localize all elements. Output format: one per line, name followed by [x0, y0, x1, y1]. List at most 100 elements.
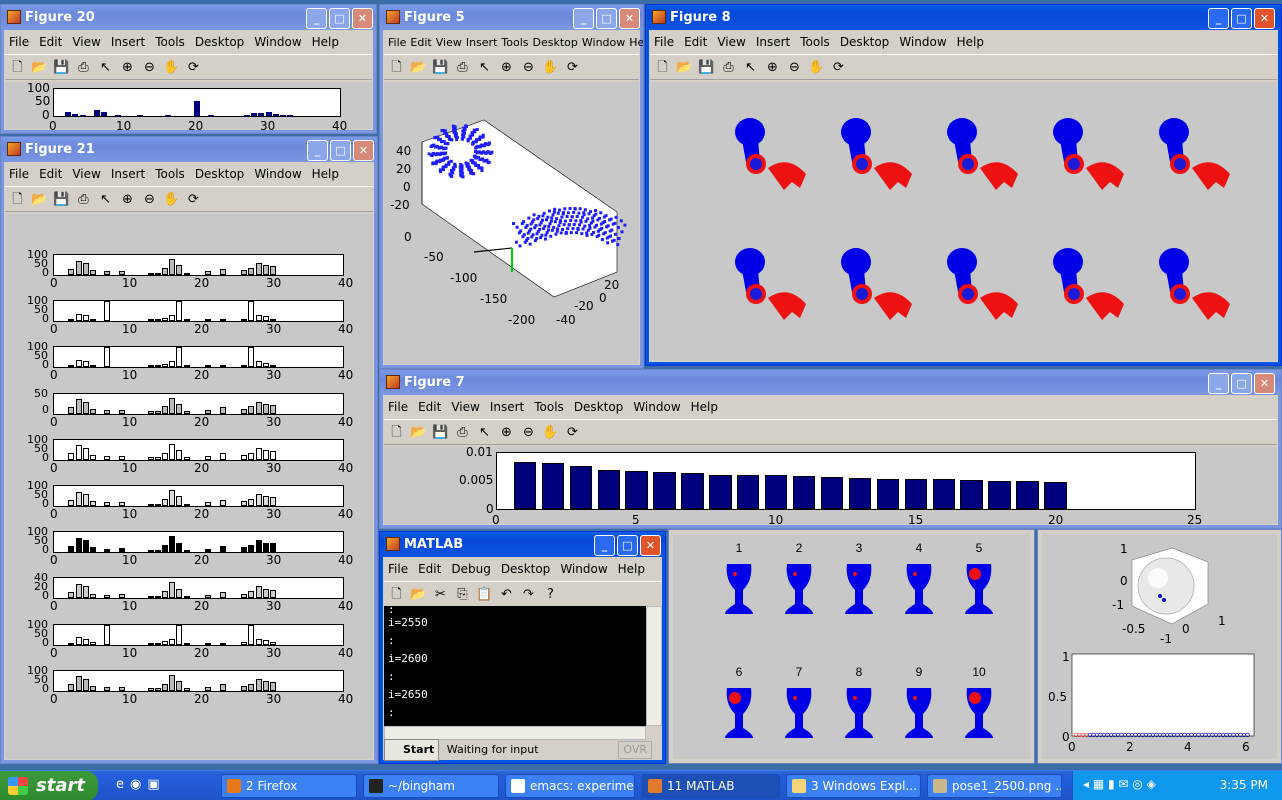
- save-icon[interactable]: 💾: [53, 191, 70, 208]
- taskbar-item-explorer[interactable]: 3 Windows Expl...: [786, 774, 921, 798]
- minimize-button[interactable]: _: [1208, 8, 1229, 29]
- print-icon[interactable]: ⎙: [75, 191, 92, 208]
- open-icon[interactable]: 📂: [676, 59, 693, 76]
- title-bar[interactable]: Figure 7 _ □ ✕: [380, 370, 1281, 395]
- maximize-button[interactable]: □: [329, 8, 350, 29]
- save-icon[interactable]: 💾: [432, 424, 449, 441]
- start-button[interactable]: Start: [384, 739, 440, 761]
- maximize-button[interactable]: □: [1231, 8, 1252, 29]
- menu-tools[interactable]: Tools: [155, 33, 185, 52]
- close-button[interactable]: ✕: [640, 535, 661, 556]
- menu-tools[interactable]: Tools: [534, 398, 564, 417]
- menu-edit[interactable]: Edit: [39, 33, 62, 52]
- help-icon[interactable]: ?: [542, 586, 559, 603]
- menu-tools[interactable]: Tools: [501, 33, 528, 52]
- minimize-button[interactable]: _: [573, 8, 594, 29]
- taskbar-item-matlab[interactable]: 11 MATLAB: [642, 774, 780, 798]
- menu-file[interactable]: File: [388, 560, 408, 579]
- save-icon[interactable]: 💾: [53, 59, 70, 76]
- taskbar-item-image[interactable]: pose1_2500.png ...: [927, 774, 1062, 798]
- menu-window[interactable]: Window: [633, 398, 680, 417]
- menu-file[interactable]: File: [9, 33, 29, 52]
- rotate-icon[interactable]: ⟳: [830, 59, 847, 76]
- menu-desktop[interactable]: Desktop: [574, 398, 624, 417]
- taskbar-item-terminal[interactable]: ~/bingham: [363, 774, 499, 798]
- menu-insert[interactable]: Insert: [756, 33, 790, 52]
- zoom-out-icon[interactable]: ⊖: [520, 424, 537, 441]
- menu-insert[interactable]: Insert: [466, 33, 498, 52]
- menu-tools[interactable]: Tools: [800, 33, 830, 52]
- pointer-icon[interactable]: ↖: [476, 424, 493, 441]
- new-icon[interactable]: 🗋: [654, 59, 671, 76]
- menu-help[interactable]: Help: [629, 33, 643, 52]
- menu-edit[interactable]: Edit: [418, 398, 441, 417]
- pointer-icon[interactable]: ↖: [476, 59, 493, 76]
- menu-help[interactable]: Help: [691, 398, 718, 417]
- pointer-icon[interactable]: ↖: [97, 59, 114, 76]
- menu-help[interactable]: Help: [312, 165, 339, 184]
- close-button[interactable]: ✕: [1254, 8, 1275, 29]
- close-button[interactable]: ✕: [353, 140, 374, 161]
- copy-icon[interactable]: ⎘: [454, 586, 471, 603]
- new-icon[interactable]: 🗋: [388, 424, 405, 441]
- menu-debug[interactable]: Debug: [451, 560, 490, 579]
- save-icon[interactable]: 💾: [432, 59, 449, 76]
- print-icon[interactable]: ⎙: [454, 59, 471, 76]
- rotate-icon[interactable]: ⟳: [185, 191, 202, 208]
- pan-icon[interactable]: ✋: [163, 191, 180, 208]
- pan-icon[interactable]: ✋: [808, 59, 825, 76]
- title-bar[interactable]: Figure 20 _ □ ✕: [1, 5, 376, 30]
- menu-window[interactable]: Window: [582, 33, 625, 52]
- menu-view[interactable]: View: [72, 33, 100, 52]
- menu-file[interactable]: File: [388, 33, 406, 52]
- maximize-button[interactable]: □: [330, 140, 351, 161]
- menu-file[interactable]: File: [388, 398, 408, 417]
- menu-view[interactable]: View: [436, 33, 462, 52]
- menu-view[interactable]: View: [451, 398, 479, 417]
- menu-window[interactable]: Window: [899, 33, 946, 52]
- zoom-in-icon[interactable]: ⊕: [498, 424, 515, 441]
- print-icon[interactable]: ⎙: [75, 59, 92, 76]
- open-icon[interactable]: 📂: [410, 586, 427, 603]
- undo-icon[interactable]: ↶: [498, 586, 515, 603]
- menu-window[interactable]: Window: [254, 165, 301, 184]
- print-icon[interactable]: ⎙: [720, 59, 737, 76]
- tray-icons[interactable]: ◂ ▦ ▮ ✉ ◎ ◈: [1083, 777, 1156, 791]
- pan-icon[interactable]: ✋: [163, 59, 180, 76]
- minimize-button[interactable]: _: [594, 535, 615, 556]
- menu-desktop[interactable]: Desktop: [501, 560, 551, 579]
- cut-icon[interactable]: ✂: [432, 586, 449, 603]
- menu-window[interactable]: Window: [560, 560, 607, 579]
- close-button[interactable]: ✕: [619, 8, 640, 29]
- menu-desktop[interactable]: Desktop: [195, 165, 245, 184]
- new-icon[interactable]: 🗋: [9, 59, 26, 76]
- open-icon[interactable]: 📂: [31, 191, 48, 208]
- open-icon[interactable]: 📂: [410, 59, 427, 76]
- pan-icon[interactable]: ✋: [542, 59, 559, 76]
- save-icon[interactable]: 💾: [698, 59, 715, 76]
- menu-desktop[interactable]: Desktop: [533, 33, 578, 52]
- redo-icon[interactable]: ↷: [520, 586, 537, 603]
- new-icon[interactable]: 🗋: [388, 586, 405, 603]
- maximize-button[interactable]: □: [617, 535, 638, 556]
- minimize-button[interactable]: _: [1208, 373, 1229, 394]
- print-icon[interactable]: ⎙: [454, 424, 471, 441]
- start-button[interactable]: start: [0, 771, 98, 800]
- maximize-button[interactable]: □: [1231, 373, 1252, 394]
- menu-help[interactable]: Help: [957, 33, 984, 52]
- maximize-button[interactable]: □: [596, 8, 617, 29]
- zoom-in-icon[interactable]: ⊕: [764, 59, 781, 76]
- menu-view[interactable]: View: [72, 165, 100, 184]
- pointer-icon[interactable]: ↖: [742, 59, 759, 76]
- ie-icon[interactable]: e: [116, 777, 124, 792]
- minimize-button[interactable]: _: [306, 8, 327, 29]
- pointer-icon[interactable]: ↖: [97, 191, 114, 208]
- taskbar-item-firefox[interactable]: 2 Firefox: [221, 774, 357, 798]
- zoom-out-icon[interactable]: ⊖: [141, 59, 158, 76]
- title-bar[interactable]: Figure 8 _ □ ✕: [646, 5, 1281, 30]
- horizontal-scrollbar[interactable]: [384, 726, 646, 740]
- title-bar[interactable]: Figure 5 _ □ ✕: [380, 5, 643, 30]
- zoom-out-icon[interactable]: ⊖: [786, 59, 803, 76]
- menu-desktop[interactable]: Desktop: [195, 33, 245, 52]
- title-bar[interactable]: Figure 21 _ □ ✕: [1, 137, 377, 162]
